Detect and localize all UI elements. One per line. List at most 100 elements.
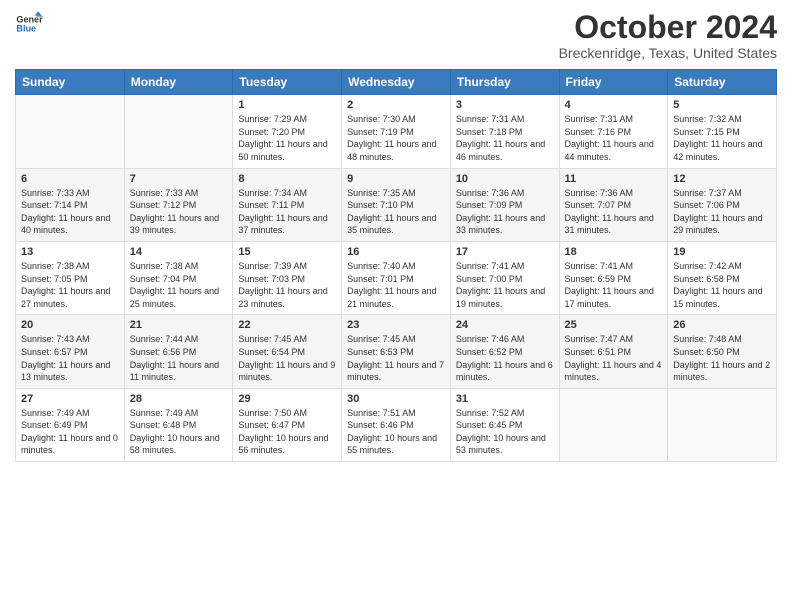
calendar-cell: 10 Sunrise: 7:36 AMSunset: 7:09 PMDayligh… [450,168,559,241]
day-number: 26 [673,319,771,331]
calendar-cell: 20 Sunrise: 7:43 AMSunset: 6:57 PMDayligh… [16,315,125,388]
calendar-cell: 28 Sunrise: 7:49 AMSunset: 6:48 PMDayligh… [124,388,233,461]
calendar-cell: 3 Sunrise: 7:31 AMSunset: 7:18 PMDaylight… [450,95,559,168]
calendar-week-row: 27Sunrise: 7:49 AMSunset: 6:49 PMDayligh… [16,388,777,461]
svg-text:Blue: Blue [16,24,36,34]
day-info: Sunrise: 7:49 AMSunset: 6:49 PMDaylight:… [21,407,119,457]
day-number: 19 [673,246,771,258]
calendar-cell: 7Sunrise: 7:33 AMSunset: 7:12 PMDaylight… [124,168,233,241]
calendar-cell [124,95,233,168]
day-number: 14 [130,246,228,258]
calendar-cell: 16 Sunrise: 7:40 AMSunset: 7:01 PMDayligh… [342,241,451,314]
day-info: Sunrise: 7:52 AMSunset: 6:45 PMDaylight:… [456,407,554,457]
calendar-cell: 26 Sunrise: 7:48 AMSunset: 6:50 PMDayligh… [668,315,777,388]
calendar-cell [668,388,777,461]
day-info: Sunrise: 7:36 AMSunset: 7:07 PMDaylight:… [565,187,663,237]
calendar-cell: 25 Sunrise: 7:47 AMSunset: 6:51 PMDayligh… [559,315,668,388]
day-info: Sunrise: 7:33 AMSunset: 7:12 PMDaylight:… [130,187,228,237]
header-thursday: Thursday [450,70,559,95]
day-info: Sunrise: 7:38 AMSunset: 7:05 PMDaylight:… [21,260,119,310]
day-number: 3 [456,99,554,111]
day-number: 5 [673,99,771,111]
calendar-week-row: 20 Sunrise: 7:43 AMSunset: 6:57 PMDayligh… [16,315,777,388]
day-info: Sunrise: 7:48 AMSunset: 6:50 PMDaylight:… [673,333,771,383]
calendar-title: October 2024 [559,10,777,45]
calendar-cell: 11Sunrise: 7:36 AMSunset: 7:07 PMDayligh… [559,168,668,241]
day-number: 25 [565,319,663,331]
day-number: 29 [238,393,336,405]
day-number: 31 [456,393,554,405]
day-number: 17 [456,246,554,258]
title-block: October 2024 Breckenridge, Texas, United… [559,10,777,61]
day-info: Sunrise: 7:43 AMSunset: 6:57 PMDaylight:… [21,333,119,383]
calendar-cell: 22 Sunrise: 7:45 AMSunset: 6:54 PMDayligh… [233,315,342,388]
calendar-subtitle: Breckenridge, Texas, United States [559,45,777,61]
calendar-cell: 2Sunrise: 7:30 AMSunset: 7:19 PMDaylight… [342,95,451,168]
calendar-cell: 1 Sunrise: 7:29 AMSunset: 7:20 PMDaylight… [233,95,342,168]
header-saturday: Saturday [668,70,777,95]
day-info: Sunrise: 7:33 AMSunset: 7:14 PMDaylight:… [21,187,119,237]
header-wednesday: Wednesday [342,70,451,95]
day-info: Sunrise: 7:31 AMSunset: 7:16 PMDaylight:… [565,113,663,163]
calendar-cell: 18 Sunrise: 7:41 AMSunset: 6:59 PMDayligh… [559,241,668,314]
day-info: Sunrise: 7:36 AMSunset: 7:09 PMDaylight:… [456,187,554,237]
header: General Blue October 2024 Breckenridge, … [15,10,777,61]
calendar-week-row: 1 Sunrise: 7:29 AMSunset: 7:20 PMDaylight… [16,95,777,168]
calendar-cell: 21Sunrise: 7:44 AMSunset: 6:56 PMDayligh… [124,315,233,388]
day-info: Sunrise: 7:45 AMSunset: 6:54 PMDaylight:… [238,333,336,383]
day-info: Sunrise: 7:42 AMSunset: 6:58 PMDaylight:… [673,260,771,310]
day-info: Sunrise: 7:41 AMSunset: 7:00 PMDaylight:… [456,260,554,310]
day-number: 4 [565,99,663,111]
header-monday: Monday [124,70,233,95]
calendar-cell: 17 Sunrise: 7:41 AMSunset: 7:00 PMDayligh… [450,241,559,314]
day-info: Sunrise: 7:51 AMSunset: 6:46 PMDaylight:… [347,407,445,457]
calendar-week-row: 6Sunrise: 7:33 AMSunset: 7:14 PMDaylight… [16,168,777,241]
day-info: Sunrise: 7:50 AMSunset: 6:47 PMDaylight:… [238,407,336,457]
day-info: Sunrise: 7:29 AMSunset: 7:20 PMDaylight:… [238,113,336,163]
day-number: 8 [238,173,336,185]
day-info: Sunrise: 7:38 AMSunset: 7:04 PMDaylight:… [130,260,228,310]
calendar-cell: 13 Sunrise: 7:38 AMSunset: 7:05 PMDayligh… [16,241,125,314]
day-number: 21 [130,319,228,331]
calendar-week-row: 13 Sunrise: 7:38 AMSunset: 7:05 PMDayligh… [16,241,777,314]
day-info: Sunrise: 7:37 AMSunset: 7:06 PMDaylight:… [673,187,771,237]
day-number: 24 [456,319,554,331]
calendar-cell: 23 Sunrise: 7:45 AMSunset: 6:53 PMDayligh… [342,315,451,388]
day-info: Sunrise: 7:49 AMSunset: 6:48 PMDaylight:… [130,407,228,457]
day-info: Sunrise: 7:46 AMSunset: 6:52 PMDaylight:… [456,333,554,383]
day-info: Sunrise: 7:35 AMSunset: 7:10 PMDaylight:… [347,187,445,237]
calendar-cell: 6Sunrise: 7:33 AMSunset: 7:14 PMDaylight… [16,168,125,241]
day-number: 13 [21,246,119,258]
calendar-cell: 12 Sunrise: 7:37 AMSunset: 7:06 PMDayligh… [668,168,777,241]
day-number: 20 [21,319,119,331]
page: General Blue October 2024 Breckenridge, … [0,0,792,612]
day-info: Sunrise: 7:47 AMSunset: 6:51 PMDaylight:… [565,333,663,383]
day-number: 9 [347,173,445,185]
day-number: 1 [238,99,336,111]
calendar-cell: 9 Sunrise: 7:35 AMSunset: 7:10 PMDaylight… [342,168,451,241]
day-info: Sunrise: 7:41 AMSunset: 6:59 PMDaylight:… [565,260,663,310]
logo: General Blue [15,10,43,38]
day-info: Sunrise: 7:40 AMSunset: 7:01 PMDaylight:… [347,260,445,310]
calendar-cell: 24 Sunrise: 7:46 AMSunset: 6:52 PMDayligh… [450,315,559,388]
day-number: 10 [456,173,554,185]
weekday-header-row: Sunday Monday Tuesday Wednesday Thursday… [16,70,777,95]
calendar-cell: 14 Sunrise: 7:38 AMSunset: 7:04 PMDayligh… [124,241,233,314]
day-number: 23 [347,319,445,331]
day-number: 28 [130,393,228,405]
day-info: Sunrise: 7:45 AMSunset: 6:53 PMDaylight:… [347,333,445,383]
day-number: 18 [565,246,663,258]
calendar-cell: 27Sunrise: 7:49 AMSunset: 6:49 PMDayligh… [16,388,125,461]
calendar-cell: 15 Sunrise: 7:39 AMSunset: 7:03 PMDayligh… [233,241,342,314]
day-info: Sunrise: 7:31 AMSunset: 7:18 PMDaylight:… [456,113,554,163]
day-info: Sunrise: 7:39 AMSunset: 7:03 PMDaylight:… [238,260,336,310]
header-sunday: Sunday [16,70,125,95]
calendar-cell: 8Sunrise: 7:34 AMSunset: 7:11 PMDaylight… [233,168,342,241]
day-info: Sunrise: 7:30 AMSunset: 7:19 PMDaylight:… [347,113,445,163]
calendar-cell: 5Sunrise: 7:32 AMSunset: 7:15 PMDaylight… [668,95,777,168]
day-number: 15 [238,246,336,258]
day-number: 12 [673,173,771,185]
day-number: 22 [238,319,336,331]
calendar-cell [559,388,668,461]
day-number: 16 [347,246,445,258]
